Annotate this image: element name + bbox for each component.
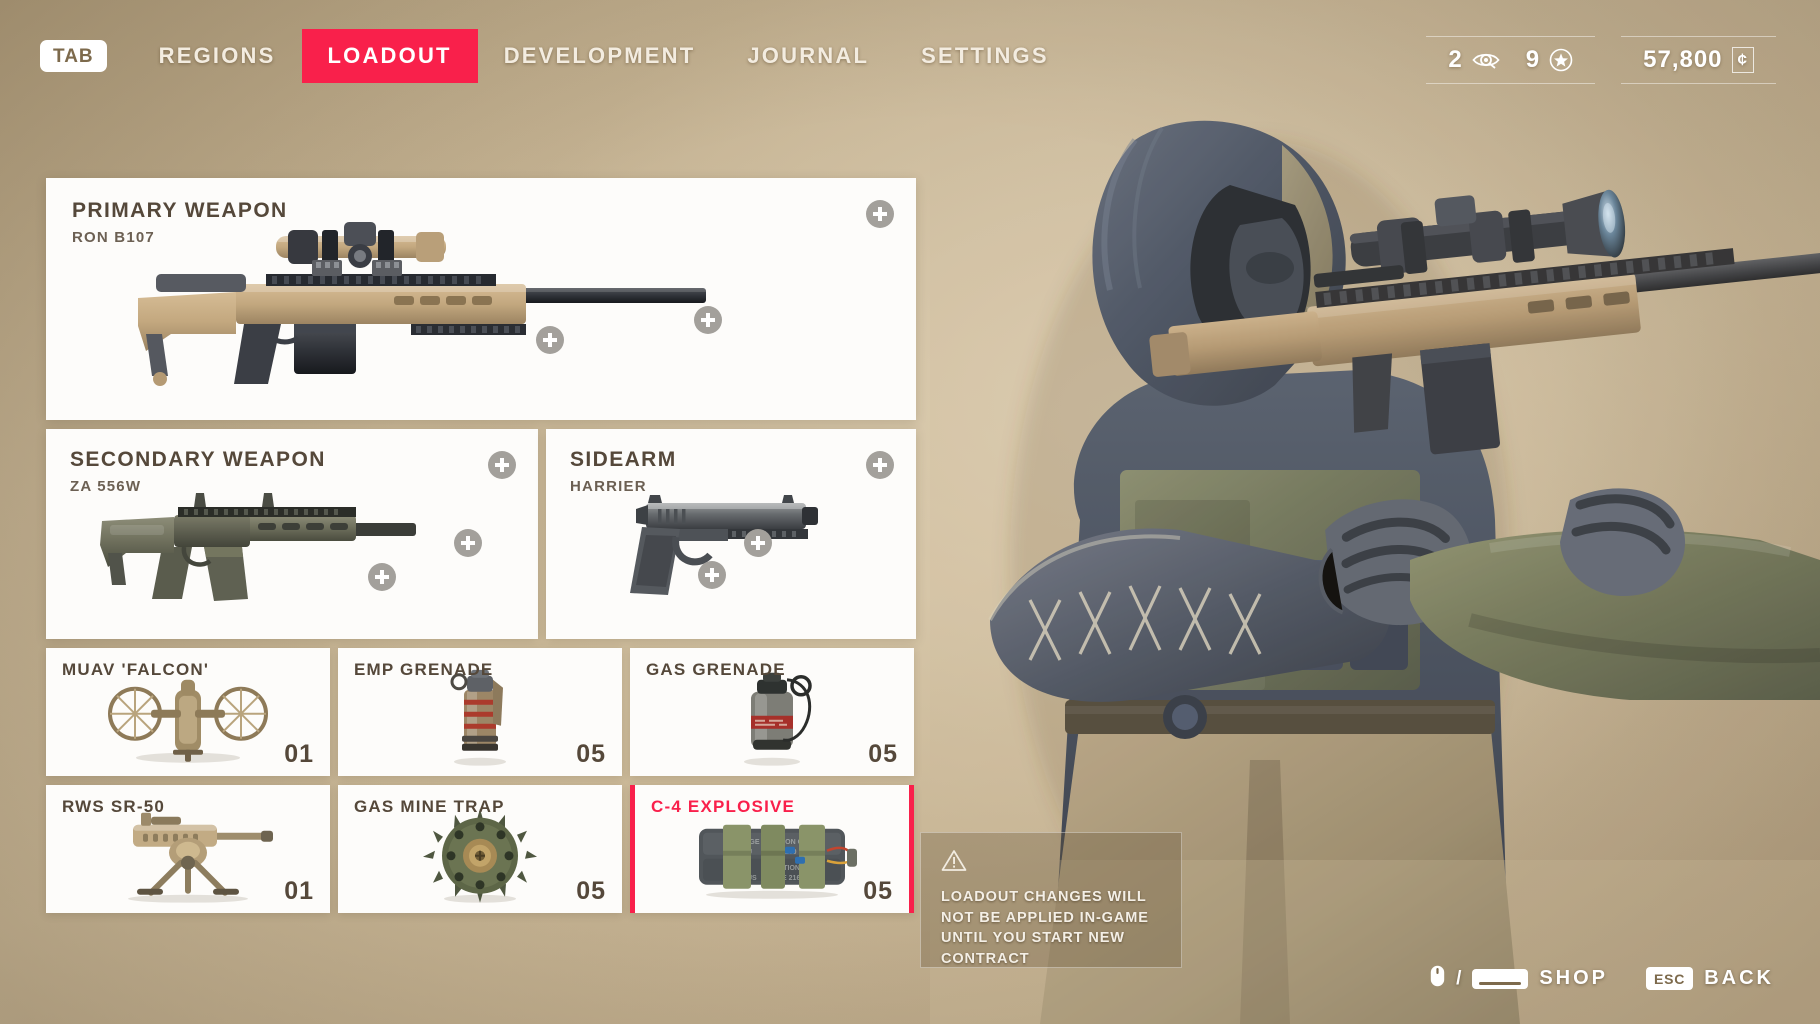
stat-currency-value: 57,800 — [1643, 46, 1723, 73]
gadget-name: C-4 EXPLOSIVE — [651, 797, 796, 816]
gadget-quantity: 05 — [863, 877, 893, 905]
stat-intel: 2 — [1448, 46, 1500, 74]
gadget-row-2: RWS SR-50 01 GAS MINE TRAP 05 C-4 EXPLOS… — [46, 785, 916, 913]
gadget-name: RWS SR-50 — [62, 797, 166, 816]
sidearm-attachment-add-top[interactable] — [866, 451, 894, 479]
gadget-quantity: 05 — [576, 740, 606, 768]
gadget-slot-c4-explosive[interactable]: C-4 EXPLOSIVE LARGE ITION C U 2160 LAI L… — [630, 785, 914, 913]
nav-item-journal[interactable]: JOURNAL — [721, 29, 895, 83]
drone-icon — [108, 679, 268, 763]
gadget-slot-gas-mine-trap[interactable]: GAS MINE TRAP 05 — [338, 785, 622, 913]
c4-icon: LARGE ITION C U 2160 LAI LITION US RE 21… — [699, 824, 857, 899]
mine-icon — [423, 808, 537, 903]
nav-item-loadout[interactable]: LOADOUT — [301, 29, 478, 83]
gadget-quantity: 05 — [576, 877, 606, 905]
gadget-quantity: 01 — [284, 877, 314, 905]
secondary-attachment-add-muzzle[interactable] — [454, 529, 482, 557]
primary-attachment-add-muzzle[interactable] — [694, 306, 722, 334]
sidearm-attachment-add-muzzle[interactable] — [744, 529, 772, 557]
prompt-back-label: BACK — [1704, 967, 1774, 989]
loadout-screen: TAB REGIONS LOADOUT DEVELOPMENT JOURNAL … — [0, 0, 1820, 1024]
primary-weapon-card[interactable]: PRIMARY WEAPON RON B107 — [46, 178, 916, 420]
secondary-weapon-title: SECONDARY WEAPON — [70, 448, 326, 471]
gadget-slot-emp-grenade[interactable]: EMP GRENADE 05 — [338, 648, 622, 776]
stat-group-currency: 57,800 ¢ — [1621, 36, 1776, 84]
mouse-icon — [1430, 965, 1445, 992]
eye-icon — [1472, 50, 1500, 70]
primary-attachment-add-underbarrel[interactable] — [536, 326, 564, 354]
gadget-slot-gas-grenade[interactable]: GAS GRENADE 05 — [630, 648, 914, 776]
secondary-attachment-add-top[interactable] — [488, 451, 516, 479]
gadget-quantity: 05 — [868, 740, 898, 768]
star-icon — [1549, 48, 1573, 72]
turret-icon — [128, 812, 273, 903]
emp-grenade-icon — [450, 669, 506, 766]
warning-triangle-icon — [941, 849, 1165, 877]
gadget-name: MUAV 'FALCON' — [62, 660, 210, 679]
prompt-shop[interactable]: / SHOP — [1430, 965, 1608, 992]
primary-weapon-image — [138, 222, 706, 386]
sidearm-card[interactable]: SIDEARM HARRIER — [546, 429, 916, 639]
prompt-shop-label: SHOP — [1539, 967, 1609, 989]
stat-group-resources: 2 9 — [1426, 36, 1596, 84]
nav-item-development[interactable]: DEVELOPMENT — [478, 29, 722, 83]
stat-intel-value: 2 — [1448, 46, 1463, 73]
space-key-icon — [1472, 968, 1529, 989]
sidearm-attachment-add-underbarrel[interactable] — [698, 561, 726, 589]
gadget-slot-rws-sr-50[interactable]: RWS SR-50 01 — [46, 785, 330, 913]
loadout-panels: PRIMARY WEAPON RON B107 SECONDARY WEAPON… — [46, 178, 916, 913]
prompt-back[interactable]: ESC BACK — [1646, 967, 1774, 990]
loadout-warning-box: LOADOUT CHANGES WILL NOT BE APPLIED IN-G… — [920, 832, 1182, 968]
nav-item-settings[interactable]: SETTINGS — [895, 29, 1075, 83]
currency-icon: ¢ — [1731, 47, 1754, 73]
gadget-name: GAS MINE TRAP — [354, 797, 505, 816]
gadget-name: GAS GRENADE — [646, 660, 786, 679]
primary-attachment-add-top[interactable] — [866, 200, 894, 228]
esc-key-icon: ESC — [1646, 967, 1694, 990]
gadget-name: EMP GRENADE — [354, 660, 494, 679]
secondary-attachment-add-underbarrel[interactable] — [368, 563, 396, 591]
player-stats: 2 9 57,800 ¢ — [1426, 36, 1776, 84]
secondary-sidearm-row: SECONDARY WEAPON ZA 556W SIDEARM HARRIER — [46, 429, 916, 639]
bottom-prompts: / SHOP ESC BACK — [1430, 965, 1774, 992]
secondary-weapon-image — [100, 493, 416, 601]
gadget-quantity: 01 — [284, 740, 314, 768]
tab-key-badge: TAB — [40, 40, 107, 72]
warning-message: LOADOUT CHANGES WILL NOT BE APPLIED IN-G… — [941, 889, 1149, 967]
nav-item-regions[interactable]: REGIONS — [133, 29, 302, 83]
sidearm-title: SIDEARM — [570, 448, 677, 471]
secondary-weapon-card[interactable]: SECONDARY WEAPON ZA 556W — [46, 429, 538, 639]
prompt-separator: / — [1456, 967, 1462, 989]
gadget-row-1: MUAV 'FALCON' 01 EMP GRENADE 05 GAS GREN… — [46, 648, 916, 776]
stat-stars-value: 9 — [1525, 46, 1541, 73]
stat-currency: 57,800 ¢ — [1643, 46, 1754, 74]
gas-grenade-icon — [744, 672, 812, 766]
gadget-slot-muav-falcon[interactable]: MUAV 'FALCON' 01 — [46, 648, 330, 776]
stat-stars: 9 — [1526, 46, 1573, 74]
